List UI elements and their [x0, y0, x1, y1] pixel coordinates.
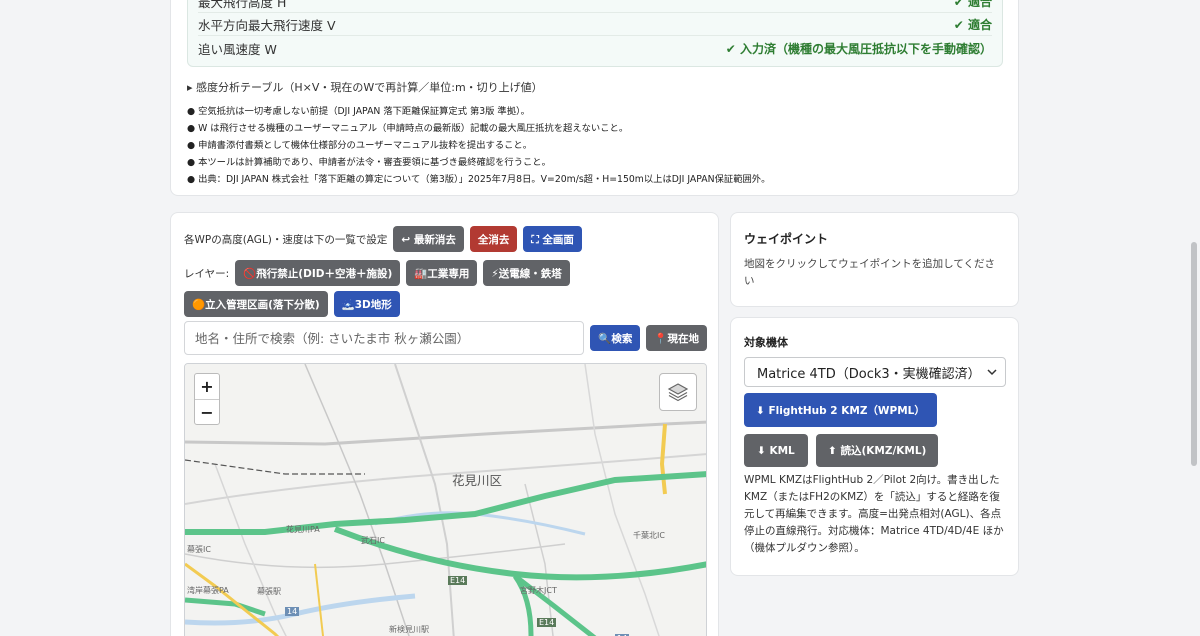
map-label: 幕張駅	[257, 587, 281, 596]
waypoint-title: ウェイポイント	[744, 232, 829, 246]
aircraft-card: 対象機体 Matrice 4TD（Dock3・実機確認済） ⬇ FlightHu…	[730, 317, 1019, 576]
map-panel: 各WPの高度(AGL)・速度は下の一覧で設定 ↩ 最新消去 全消去 ⛶ 全画面 …	[170, 212, 719, 636]
result-status: ✔ 適合	[953, 0, 992, 9]
zoom-control: + −	[194, 373, 220, 425]
note-item: ● 本ツールは計算補助であり、申請者が法令・審査要領に基づき最終確認を行うこと。	[187, 157, 551, 168]
zoom-in-button[interactable]: +	[195, 374, 219, 399]
map-label: 新検見川駅	[389, 625, 429, 634]
road-marker: E14	[537, 618, 557, 627]
waypoint-card: ウェイポイント 地図をクリックしてウェイポイントを追加してください	[730, 212, 1019, 307]
layer-no-fly-button[interactable]: 🚫飛行禁止(DID＋空港＋施設)	[235, 260, 401, 286]
aircraft-title: 対象機体	[744, 336, 788, 349]
road-marker: 14	[285, 607, 300, 616]
agl-hint: 各WPの高度(AGL)・速度は下の一覧で設定	[184, 233, 388, 246]
layer-switcher-button[interactable]	[659, 373, 697, 411]
current-location-button[interactable]: 📍現在地	[646, 325, 707, 351]
chevron-down-icon	[987, 368, 997, 375]
place-search-input[interactable]	[184, 321, 585, 355]
road-marker: E14	[448, 576, 468, 585]
notes-list: ● 空気抵抗は一切考慮しない前提（DJI JAPAN 落下距離保証算定式 第3版…	[187, 103, 770, 188]
map-label-ward: 花見川区	[452, 473, 503, 488]
sensitivity-table-toggle[interactable]: ▸ 感度分析テーブル（H×V・現在のWで再計算／単位:m・切り上げ値）	[187, 79, 543, 95]
note-item: ● 出典：DJI JAPAN 株式会社「落下距離の算定について（第3版）」202…	[187, 174, 771, 185]
layer-restricted-area-button[interactable]: 🟠立入管理区画(落下分散)	[184, 291, 328, 317]
map-label: 花見川PA	[286, 525, 320, 534]
map-label: 湾岸幕張PA	[187, 586, 229, 595]
clear-all-button[interactable]: 全消去	[469, 226, 518, 252]
map-canvas[interactable]: + − 花見川区 花見川PA 武石IC 幕張IC 湾岸幕張PA 幕張駅 宮野木J…	[184, 363, 707, 636]
export-kmz-button[interactable]: ⬇ FlightHub 2 KMZ（WPML）	[744, 393, 937, 427]
import-button[interactable]: ⬆ 読込(KMZ/KML)	[816, 434, 939, 467]
layer-label: レイヤー:	[184, 267, 230, 280]
note-item: ● 空気抵抗は一切考慮しない前提（DJI JAPAN 落下距離保証算定式 第3版…	[187, 106, 530, 117]
calc-result-card: 最大飛行高度 H ✔ 適合 水平方向最大飛行速度 V ✔ 適合 追い風速度 W …	[170, 0, 1019, 196]
result-table: 最大飛行高度 H ✔ 適合 水平方向最大飛行速度 V ✔ 適合 追い風速度 W …	[187, 0, 1003, 67]
layer-industrial-button[interactable]: 🏭工業専用	[406, 260, 478, 286]
zoom-out-button[interactable]: −	[195, 399, 219, 424]
note-item: ● 申請書添付書類として機体仕様部分のユーザーマニュアル抜粋を提出すること。	[187, 140, 533, 151]
layers-icon	[667, 383, 689, 402]
map-label: 宮野木JCT	[520, 586, 557, 595]
note-item: ● W は飛行させる機種のユーザーマニュアル（申請時点の最新版）記載の最大風圧抵…	[187, 123, 629, 134]
waypoint-hint: 地図をクリックしてウェイポイントを追加してください	[744, 258, 996, 287]
map-label: 千葉北IC	[633, 531, 665, 540]
result-row-wind: 追い風速度 W ✔ 入力済（機種の最大風圧抵抗以下を手動確認）	[198, 37, 992, 60]
layer-3d-terrain-button[interactable]: 🗻3D地形	[333, 291, 400, 317]
result-status: ✔ 適合	[953, 17, 992, 32]
aircraft-select[interactable]: Matrice 4TD（Dock3・実機確認済）	[744, 357, 1006, 387]
result-label: 追い風速度 W	[198, 42, 277, 57]
export-kml-button[interactable]: ⬇ KML	[744, 434, 808, 467]
map-label: 幕張IC	[187, 545, 211, 554]
result-label: 最大飛行高度 H	[198, 0, 287, 10]
result-status: ✔ 入力済（機種の最大風圧抵抗以下を手動確認）	[725, 42, 992, 56]
result-row-speed: 水平方向最大飛行速度 V ✔ 適合	[198, 13, 992, 36]
layer-powerline-button[interactable]: ⚡送電線・鉄塔	[483, 260, 570, 286]
fullscreen-button[interactable]: ⛶ 全画面	[523, 226, 582, 252]
page-scrollbar-thumb[interactable]	[1191, 242, 1197, 466]
aircraft-select-value: Matrice 4TD（Dock3・実機確認済）	[757, 366, 981, 382]
result-row-altitude: 最大飛行高度 H ✔ 適合	[198, 0, 992, 13]
map-label: 武石IC	[361, 536, 385, 545]
undo-last-button[interactable]: ↩ 最新消去	[393, 226, 464, 252]
result-label: 水平方向最大飛行速度 V	[198, 17, 336, 33]
search-button[interactable]: 🔍検索	[590, 325, 641, 351]
export-description: WPML KMZはFlightHub 2／Pilot 2向け。書き出したKMZ（…	[744, 474, 1004, 554]
